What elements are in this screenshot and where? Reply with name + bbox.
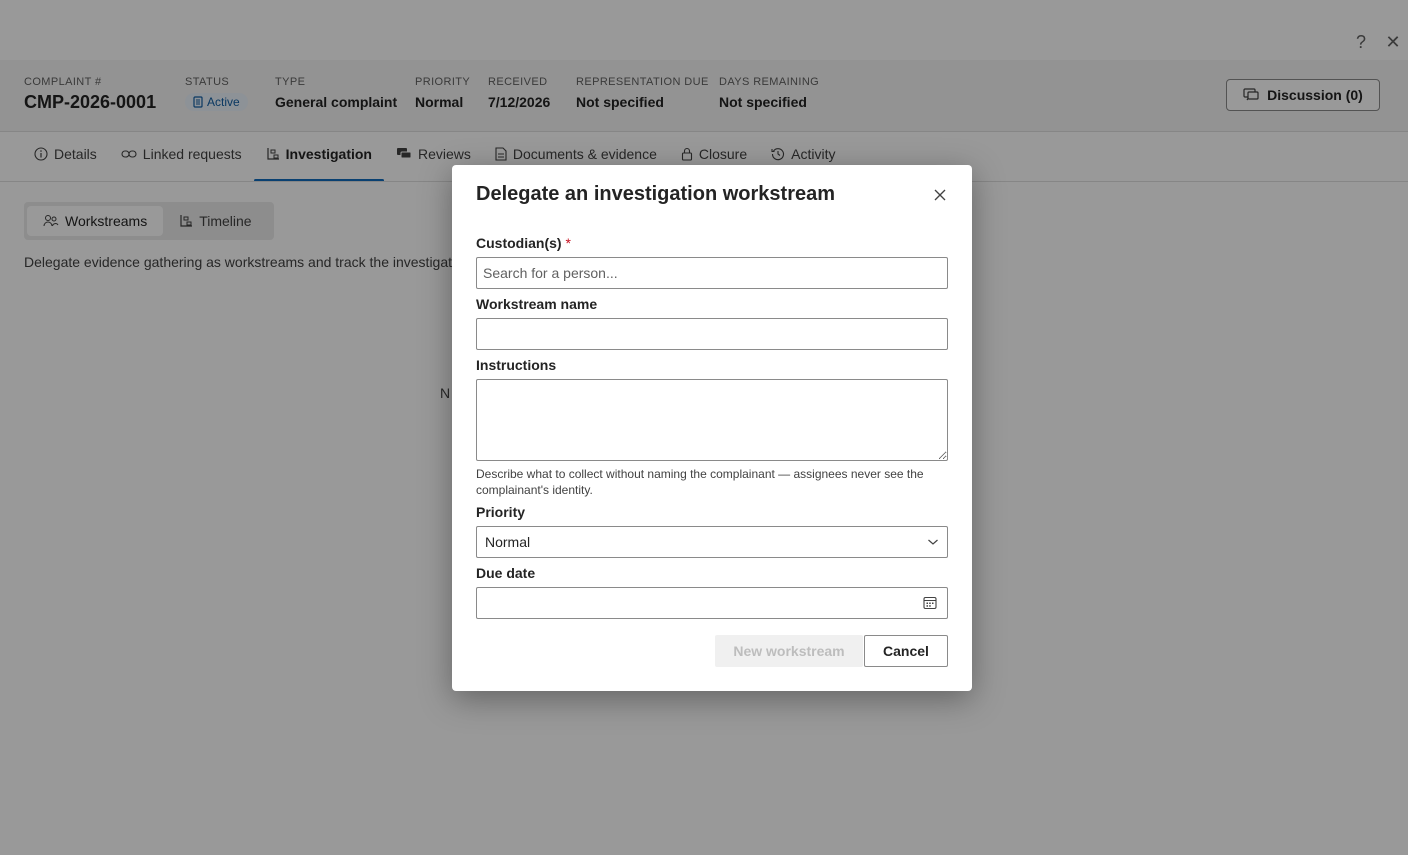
new-workstream-button[interactable]: New workstream (715, 635, 863, 667)
custodians-label-text: Custodian(s) (476, 235, 562, 251)
due-date-label: Due date (476, 565, 536, 581)
priority-select[interactable]: Normal (476, 526, 948, 558)
priority-label: Priority (476, 504, 526, 520)
priority-selected-value: Normal (485, 534, 531, 550)
dialog-close-button[interactable] (928, 183, 952, 207)
dialog-title: Delegate an investigation workstream (476, 183, 836, 205)
custodians-search-input[interactable] (476, 257, 948, 289)
chevron-down-icon (928, 539, 938, 545)
calendar-icon[interactable] (923, 596, 937, 610)
custodians-label: Custodian(s) * (476, 235, 571, 251)
delegate-workstream-dialog: Delegate an investigation workstream Cus… (452, 165, 972, 691)
cancel-button[interactable]: Cancel (864, 635, 948, 667)
workstream-name-input[interactable] (476, 318, 948, 350)
instructions-hint: Describe what to collect without naming … (476, 467, 924, 497)
workstream-name-label: Workstream name (476, 296, 598, 312)
instructions-textarea[interactable] (476, 379, 948, 461)
close-icon (934, 189, 946, 201)
instructions-label: Instructions (476, 357, 557, 373)
required-marker: * (565, 235, 571, 251)
due-date-picker[interactable] (476, 587, 948, 619)
